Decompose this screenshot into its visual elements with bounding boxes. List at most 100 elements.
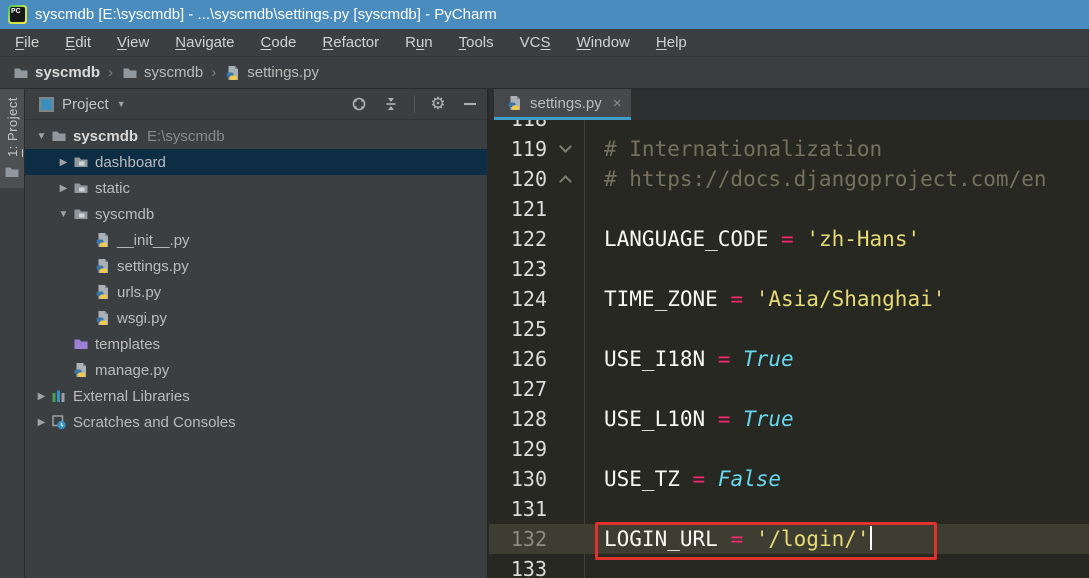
- line-number: 129: [510, 437, 547, 461]
- tree-item-label: External Libraries: [73, 387, 190, 405]
- settings-gear-icon[interactable]: ⚙: [429, 95, 447, 113]
- tree-arrow-expanded[interactable]: ▼: [55, 209, 72, 220]
- tree-arrow-collapsed[interactable]: ▶: [33, 391, 50, 402]
- code-area[interactable]: 118 119 # Internationalization 120 # https:/…: [489, 120, 1089, 578]
- fold-marker-icon[interactable]: [547, 134, 584, 164]
- tree-item-syscmdb[interactable]: ▼ syscmdb E:\syscmdb: [25, 123, 487, 149]
- code-line-129[interactable]: 129: [489, 434, 1089, 464]
- code-text: # Internationalization: [604, 137, 883, 161]
- fold-column: [547, 434, 584, 464]
- code-line-132[interactable]: 132 LOGIN_URL = '/login/': [489, 524, 1089, 554]
- code-line-126[interactable]: 126 USE_I18N = True: [489, 344, 1089, 374]
- folder-package-icon: [72, 180, 89, 197]
- code-line-125[interactable]: 125: [489, 314, 1089, 344]
- line-number: 126: [510, 347, 547, 371]
- line-number: 133: [510, 557, 547, 578]
- menu-code[interactable]: Code: [248, 31, 310, 54]
- fold-column: [547, 374, 584, 404]
- menu-run[interactable]: Run: [392, 31, 446, 54]
- close-icon[interactable]: ×: [613, 95, 622, 112]
- breadcrumb-item-syscmdb[interactable]: syscmdb: [12, 64, 100, 81]
- hide-panel-icon[interactable]: [461, 95, 479, 113]
- code-text: USE_I18N = True: [604, 347, 794, 371]
- menu-window[interactable]: Window: [564, 31, 643, 54]
- menu-bar: File Edit View Navigate Code Refactor Run Tools…: [0, 29, 1089, 57]
- tree-item-__init__-py[interactable]: __init__.py: [25, 227, 487, 253]
- code-text: USE_L10N = True: [604, 407, 794, 431]
- code-line-119[interactable]: 119 # Internationalization: [489, 134, 1089, 164]
- tree-arrow-expanded[interactable]: ▼: [33, 131, 50, 142]
- code-line-128[interactable]: 128 USE_L10N = True: [489, 404, 1089, 434]
- line-number: 123: [510, 257, 547, 281]
- python-file-icon: [224, 64, 241, 81]
- menu-view[interactable]: View: [104, 31, 162, 54]
- folder-icon: [4, 164, 21, 181]
- tool-stripe-project-button[interactable]: 1: Project: [0, 89, 24, 188]
- code-line-123[interactable]: 123: [489, 254, 1089, 284]
- tab-settings-py[interactable]: settings.py ×: [494, 89, 632, 120]
- editor: settings.py × 118 119 # Internationalizati…: [489, 89, 1089, 578]
- line-number: 131: [510, 497, 547, 521]
- code-line-124[interactable]: 124 TIME_ZONE = 'Asia/Shanghai': [489, 284, 1089, 314]
- fold-marker-icon[interactable]: [547, 164, 584, 194]
- tree-item-manage-py[interactable]: manage.py: [25, 357, 487, 383]
- fold-column: [547, 314, 584, 344]
- python-file-icon: [94, 310, 111, 327]
- tree-arrow-collapsed[interactable]: ▶: [55, 183, 72, 194]
- code-line-130[interactable]: 130 USE_TZ = False: [489, 464, 1089, 494]
- menu-file[interactable]: File: [2, 31, 52, 54]
- code-line-121[interactable]: 121: [489, 194, 1089, 224]
- python-file-icon: [94, 284, 111, 301]
- menu-tools[interactable]: Tools: [446, 31, 507, 54]
- folder-icon: [50, 128, 67, 145]
- tree-item-scratches-and-consoles[interactable]: ▶ Scratches and Consoles: [25, 409, 487, 435]
- fold-column: [547, 224, 584, 254]
- menu-help[interactable]: Help: [643, 31, 700, 54]
- tree-item-label: Scratches and Consoles: [73, 413, 236, 431]
- menu-vcs[interactable]: VCS: [507, 31, 564, 54]
- tree-item-wsgi-py[interactable]: wsgi.py: [25, 305, 487, 331]
- tree-item-external-libraries[interactable]: ▶ External Libraries: [25, 383, 487, 409]
- folder-templates-icon: [72, 336, 89, 353]
- fold-column: [547, 194, 584, 224]
- menu-edit[interactable]: Edit: [52, 31, 104, 54]
- python-file-icon: [94, 258, 111, 275]
- tree-item-static[interactable]: ▶ static: [25, 175, 487, 201]
- code-line-120[interactable]: 120 # https://docs.djangoproject.com/en: [489, 164, 1089, 194]
- line-number: 125: [510, 317, 547, 341]
- code-line-131[interactable]: 131: [489, 494, 1089, 524]
- code-line-127[interactable]: 127: [489, 374, 1089, 404]
- project-panel-title[interactable]: Project: [62, 96, 109, 113]
- fold-column: [547, 464, 584, 494]
- tree-arrow-collapsed[interactable]: ▶: [33, 417, 50, 428]
- pycharm-logo-icon: PC: [8, 5, 27, 24]
- code-line-122[interactable]: 122 LANGUAGE_CODE = 'zh-Hans': [489, 224, 1089, 254]
- tree-item-templates[interactable]: templates: [25, 331, 487, 357]
- line-number: 127: [510, 377, 547, 401]
- collapse-all-icon[interactable]: [382, 95, 400, 113]
- scratches-icon: [50, 414, 67, 431]
- tree-item-urls-py[interactable]: urls.py: [25, 279, 487, 305]
- locate-file-icon[interactable]: [350, 95, 368, 113]
- folder-icon: [12, 64, 29, 81]
- code-line-118[interactable]: 118: [489, 120, 1089, 134]
- menu-navigate[interactable]: Navigate: [162, 31, 247, 54]
- tab-label: settings.py: [530, 94, 602, 112]
- tree-item-dashboard[interactable]: ▶ dashboard: [25, 149, 487, 175]
- tree-item-settings-py[interactable]: settings.py: [25, 253, 487, 279]
- breadcrumb-separator: ›: [108, 64, 114, 81]
- tree-item-syscmdb[interactable]: ▼ syscmdb: [25, 201, 487, 227]
- project-panel: Project ▼ ⚙ ▼ syscmdb E:\syscmdb ▶ dashboard…: [25, 89, 489, 578]
- tree-arrow-collapsed[interactable]: ▶: [55, 157, 72, 168]
- breadcrumb-item-syscmdb[interactable]: syscmdb: [121, 64, 203, 81]
- menu-refactor[interactable]: Refactor: [309, 31, 392, 54]
- tree-item-label: dashboard: [95, 153, 166, 171]
- breadcrumb-label: syscmdb: [144, 64, 204, 81]
- project-button-label: 1: Project: [4, 97, 20, 157]
- breadcrumb-item-settings-py[interactable]: settings.py: [224, 64, 319, 81]
- chevron-down-icon[interactable]: ▼: [117, 99, 126, 109]
- code-line-133[interactable]: 133: [489, 554, 1089, 578]
